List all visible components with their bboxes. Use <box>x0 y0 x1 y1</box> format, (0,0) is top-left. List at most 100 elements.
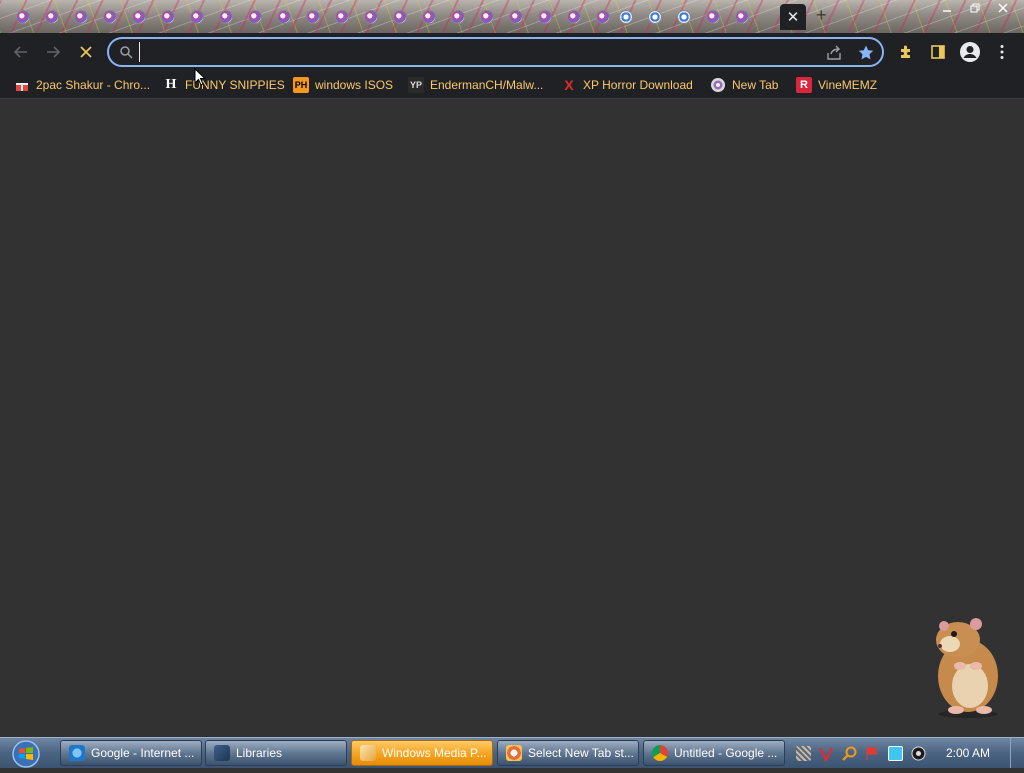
globe-icon <box>393 10 407 24</box>
bookmark-item[interactable]: YP EndermanCH/Malw... <box>408 75 543 95</box>
profile-icon[interactable] <box>958 40 982 64</box>
forward-button[interactable] <box>43 42 63 62</box>
globe-icon <box>509 10 523 24</box>
tab[interactable] <box>360 6 382 28</box>
bookmark-label: New Tab <box>732 78 779 92</box>
explorer-icon <box>214 745 230 761</box>
taskbar-button-media-player[interactable]: Windows Media P... <box>351 740 493 766</box>
tab[interactable] <box>702 6 724 28</box>
yp-icon: YP <box>408 77 424 93</box>
tab[interactable] <box>673 6 695 28</box>
taskbar-button-internet-explorer[interactable]: Google - Internet ... <box>60 740 202 766</box>
restore-icon[interactable] <box>962 0 988 16</box>
hamster-mascot-icon <box>920 612 1010 725</box>
globe-icon <box>422 10 436 24</box>
tab[interactable] <box>563 6 585 28</box>
google-icon <box>619 10 633 24</box>
back-button[interactable] <box>11 42 31 62</box>
bookmark-label: EndermanCH/Malw... <box>430 78 544 92</box>
extensions-icon[interactable] <box>896 42 916 62</box>
share-icon[interactable] <box>825 44 843 67</box>
minimize-icon[interactable] <box>934 0 960 16</box>
globe-icon <box>161 10 175 24</box>
tab[interactable] <box>447 6 469 28</box>
tab[interactable] <box>615 6 637 28</box>
google-icon <box>677 10 691 24</box>
close-icon <box>80 46 92 58</box>
taskbar-clock[interactable]: 2:00 AM <box>946 746 990 760</box>
show-desktop-button[interactable] <box>1010 738 1024 768</box>
tab[interactable] <box>331 6 353 28</box>
window-controls <box>934 0 1016 16</box>
taskbar-button-chrome[interactable]: Untitled - Google ... <box>643 740 785 766</box>
tab[interactable] <box>302 6 324 28</box>
globe-icon <box>45 10 59 24</box>
flag-icon[interactable] <box>865 746 880 761</box>
noise-icon[interactable] <box>796 745 811 761</box>
bookmark-label: windows ISOS <box>315 78 394 92</box>
tab[interactable] <box>41 6 63 28</box>
antivirus-icon[interactable] <box>819 746 834 762</box>
omnibox[interactable] <box>107 37 884 67</box>
tab[interactable] <box>244 6 266 28</box>
side-panel-icon[interactable] <box>928 42 948 62</box>
taskbar-button-label: Libraries <box>236 746 283 760</box>
bookmark-item[interactable]: PH windows ISOS <box>293 75 393 95</box>
volume-icon[interactable] <box>911 746 926 761</box>
bookmark-item[interactable]: H FUNNY SNIPPIES <box>163 75 285 95</box>
tab[interactable] <box>157 6 179 28</box>
tab[interactable] <box>99 6 121 28</box>
globe-icon <box>103 10 117 24</box>
taskbar-button-libraries[interactable]: Libraries <box>205 740 347 766</box>
globe-icon <box>306 10 320 24</box>
address-input[interactable] <box>139 42 819 62</box>
tab[interactable] <box>215 6 237 28</box>
tab[interactable] <box>505 6 527 28</box>
tab-strip: ✕ + <box>0 0 1024 33</box>
media-player-icon <box>360 745 376 761</box>
tab[interactable] <box>534 6 556 28</box>
bookmark-label: 2pac Shakur - Chro... <box>36 78 151 92</box>
h-icon: H <box>165 77 177 92</box>
globe-icon <box>538 10 552 24</box>
tab-active[interactable]: ✕ <box>780 4 806 30</box>
bookmark-item[interactable]: New Tab <box>710 75 778 95</box>
tab[interactable] <box>389 6 411 28</box>
menu-icon[interactable] <box>992 42 1012 62</box>
star-icon[interactable] <box>857 44 875 67</box>
tab[interactable] <box>592 6 614 28</box>
globe-icon <box>451 10 465 24</box>
bookmark-item[interactable]: R VineMEMZ <box>796 75 877 95</box>
tab[interactable] <box>186 6 208 28</box>
tab[interactable] <box>70 6 92 28</box>
globe-icon <box>190 10 204 24</box>
tab[interactable] <box>273 6 295 28</box>
paint-icon <box>506 745 522 761</box>
globe-icon <box>735 10 749 24</box>
close-window-icon[interactable] <box>990 0 1016 16</box>
globe-icon <box>248 10 262 24</box>
globe-icon <box>16 10 30 24</box>
tab[interactable] <box>644 6 666 28</box>
tab[interactable] <box>731 6 753 28</box>
taskbar-button-paint[interactable]: Select New Tab st... <box>497 740 639 766</box>
tab[interactable] <box>128 6 150 28</box>
globe-icon <box>710 77 726 93</box>
stop-loading-button[interactable] <box>76 42 96 62</box>
network-icon[interactable] <box>888 745 903 761</box>
tab[interactable] <box>476 6 498 28</box>
tab[interactable] <box>418 6 440 28</box>
bookmark-item[interactable]: X XP Horror Download <box>561 75 693 95</box>
taskbar-button-label: Google - Internet ... <box>91 746 195 760</box>
search-tray-icon[interactable] <box>842 746 857 761</box>
close-icon[interactable]: ✕ <box>787 10 800 25</box>
new-tab-button[interactable]: + <box>816 5 827 26</box>
bookmark-item[interactable]: 2pac Shakur - Chro... <box>14 75 150 95</box>
tab[interactable] <box>12 6 34 28</box>
x-icon: X <box>564 77 574 93</box>
r-icon: R <box>796 77 812 93</box>
taskbar-button-label: Untitled - Google ... <box>674 746 778 760</box>
start-button[interactable] <box>6 740 46 768</box>
ie-icon <box>69 745 85 761</box>
taskbar-button-label: Windows Media P... <box>382 746 487 760</box>
